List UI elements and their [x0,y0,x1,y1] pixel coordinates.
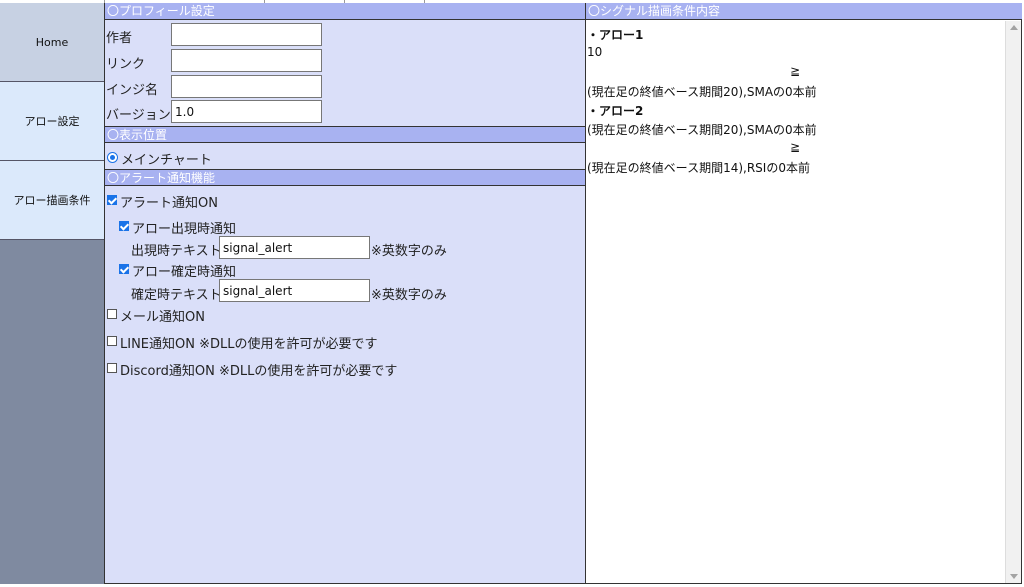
scroll-down-icon[interactable] [1010,574,1018,579]
arrow2-condition-left: (現在足の終値ベース期間20),SMAの0本前 [587,123,817,137]
settings-panel: 〇プロフィール設定 作者 リンク インジ名 バージョン 〇表示位置 メインチャー… [105,3,586,584]
arrow-appear-label: アロー出現時通知 [132,222,237,237]
scroll-up-icon[interactable] [1010,25,1018,30]
author-input[interactable] [171,23,322,46]
sidebar-item-arrow-conditions[interactable]: アロー描画条件 [0,161,104,240]
vertical-scrollbar[interactable] [1005,21,1021,583]
version-label: バージョン [106,108,171,123]
main-chart-radio[interactable] [107,152,118,163]
mail-on-label: メール通知ON [120,310,205,325]
signal-section-header: 〇シグナル描画条件内容 [586,3,1022,20]
sidebar-item-label: Home [35,35,69,49]
confirm-text-label: 確定時テキスト [131,288,222,303]
arrow1-condition-right: (現在足の終値ベース期間20),SMAの0本前 [587,85,817,99]
display-section-header: 〇表示位置 [105,126,585,143]
author-label: 作者 [106,31,133,46]
arrow2-operator: ≧ [790,140,801,154]
discord-on-label: Discord通知ON ※DLLの使用を許可が必要です [120,364,398,379]
indicator-name-label: インジ名 [106,83,159,98]
line-on-label: LINE通知ON ※DLLの使用を許可が必要です [120,337,378,352]
arrow2-condition-right: (現在足の終値ベース期間14),RSIの0本前 [587,161,810,175]
sidebar: Home アロー設定 アロー描画条件 [0,3,105,584]
appear-text-note: ※英数字のみ [371,244,447,259]
main-chart-label: メインチャート [121,153,212,168]
sidebar-item-home[interactable]: Home [0,3,104,82]
confirm-text-input[interactable] [219,279,370,302]
confirm-text-note: ※英数字のみ [371,288,447,303]
sidebar-item-label: アロー設定 [24,115,80,128]
appear-text-input[interactable] [219,236,370,259]
arrow2-title: ・アロー2 [587,104,644,118]
version-input[interactable] [171,100,322,123]
arrow1-condition-left: 10 [587,45,603,59]
arrow-confirm-checkbox[interactable] [119,264,129,274]
alert-section-header: 〇アラート通知機能 [105,169,585,186]
alert-on-checkbox[interactable] [107,195,117,205]
indicator-name-input[interactable] [171,75,322,98]
sidebar-item-label: アロー描画条件 [13,194,91,207]
line-on-checkbox[interactable] [107,336,117,346]
arrow1-operator: ≧ [790,64,801,78]
sidebar-item-arrow-settings[interactable]: アロー設定 [0,82,104,161]
appear-text-label: 出現時テキスト [131,244,222,259]
mail-on-checkbox[interactable] [107,309,117,319]
arrow1-title: ・アロー1 [587,28,644,42]
arrow-confirm-label: アロー確定時通知 [132,265,237,280]
signal-conditions-panel: 〇シグナル描画条件内容 ・アロー1 10 ≧ (現在足の終値ベース期間20),S… [586,3,1022,584]
link-label: リンク [106,57,146,72]
profile-section-header: 〇プロフィール設定 [105,3,585,20]
link-input[interactable] [171,49,322,72]
alert-on-label: アラート通知ON [120,196,218,211]
arrow-appear-checkbox[interactable] [119,221,129,231]
discord-on-checkbox[interactable] [107,363,117,373]
